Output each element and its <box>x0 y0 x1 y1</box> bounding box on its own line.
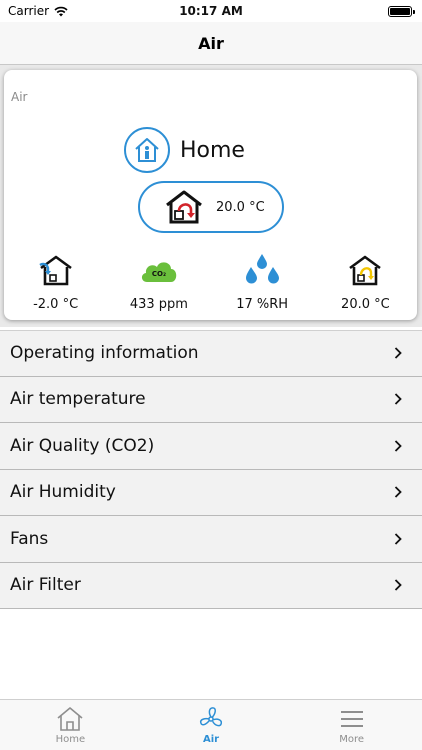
wifi-icon <box>54 6 68 16</box>
carrier-label: Carrier <box>8 4 50 18</box>
fan-icon <box>199 707 223 727</box>
tab-air[interactable]: Air <box>141 700 282 750</box>
supply-temp-value: 20.0 °C <box>216 199 265 215</box>
metric-co2-value: 433 ppm <box>129 297 188 312</box>
hamburger-icon <box>340 711 363 727</box>
list-item-air-quality[interactable]: Air Quality (CO2) <box>0 423 422 470</box>
summary-section: Air Home 20.0 °C -2.0 °C CO₂ 433 ppm 17 … <box>0 65 422 327</box>
exhaust-temp-icon <box>349 255 382 286</box>
list-item-label: Air Filter <box>10 575 81 596</box>
metric-exhaust-temp[interactable]: 20.0 °C <box>314 253 417 312</box>
list-item-fans[interactable]: Fans <box>0 516 422 563</box>
chevron-right-icon <box>394 579 402 591</box>
home-mode-icon <box>124 127 170 173</box>
card-label: Air <box>11 90 28 104</box>
page-title: Air <box>0 22 422 64</box>
supply-air-house-icon <box>166 190 202 224</box>
list-item-air-temperature[interactable]: Air temperature <box>0 376 422 423</box>
metric-exhaust-temp-value: 20.0 °C <box>341 297 390 312</box>
list-item-air-filter[interactable]: Air Filter <box>0 562 422 609</box>
svg-text:CO₂: CO₂ <box>152 270 166 278</box>
chevron-right-icon <box>394 533 402 545</box>
metric-outdoor-temp-value: -2.0 °C <box>33 297 79 312</box>
tab-more-label: More <box>339 734 365 745</box>
tab-home-label: Home <box>55 734 86 745</box>
chevron-right-icon <box>394 347 402 359</box>
chevron-right-icon <box>394 440 402 452</box>
home-mode-label: Home <box>180 137 245 163</box>
metric-co2[interactable]: CO₂ 433 ppm <box>107 253 210 312</box>
list-item-label: Air temperature <box>10 389 146 410</box>
house-icon <box>57 707 83 731</box>
list-item-air-humidity[interactable]: Air Humidity <box>0 469 422 516</box>
metrics-row: -2.0 °C CO₂ 433 ppm 17 %RH 20.0 °C <box>4 253 417 312</box>
metric-outdoor-temp[interactable]: -2.0 °C <box>4 253 107 312</box>
supply-temp-pill[interactable]: 20.0 °C <box>138 181 284 233</box>
home-mode[interactable]: Home <box>124 127 245 173</box>
co2-cloud-icon: CO₂ <box>141 262 177 282</box>
list-item-label: Operating information <box>10 343 199 364</box>
status-bar: Carrier <box>0 0 422 22</box>
metric-humidity[interactable]: 17 %RH <box>211 253 314 312</box>
chevron-right-icon <box>394 486 402 498</box>
list-item-label: Air Humidity <box>10 482 116 503</box>
metric-humidity-value: 17 %RH <box>236 297 289 312</box>
air-summary-card[interactable]: Air Home 20.0 °C -2.0 °C CO₂ 433 ppm 17 … <box>4 70 417 320</box>
humidity-drops-icon <box>246 254 280 284</box>
list-item-operating-information[interactable]: Operating information <box>0 330 422 377</box>
tab-bar: Home Air More <box>0 699 422 750</box>
tab-air-label: Air <box>202 734 220 745</box>
list-item-label: Fans <box>10 528 49 549</box>
tab-more[interactable]: More <box>281 700 422 750</box>
settings-list: Operating information Air temperature Ai… <box>0 330 422 609</box>
tab-home[interactable]: Home <box>0 700 141 750</box>
chevron-right-icon <box>394 393 402 405</box>
battery-icon <box>388 5 415 17</box>
list-item-label: Air Quality (CO2) <box>10 435 155 456</box>
outdoor-temp-icon <box>38 255 72 286</box>
